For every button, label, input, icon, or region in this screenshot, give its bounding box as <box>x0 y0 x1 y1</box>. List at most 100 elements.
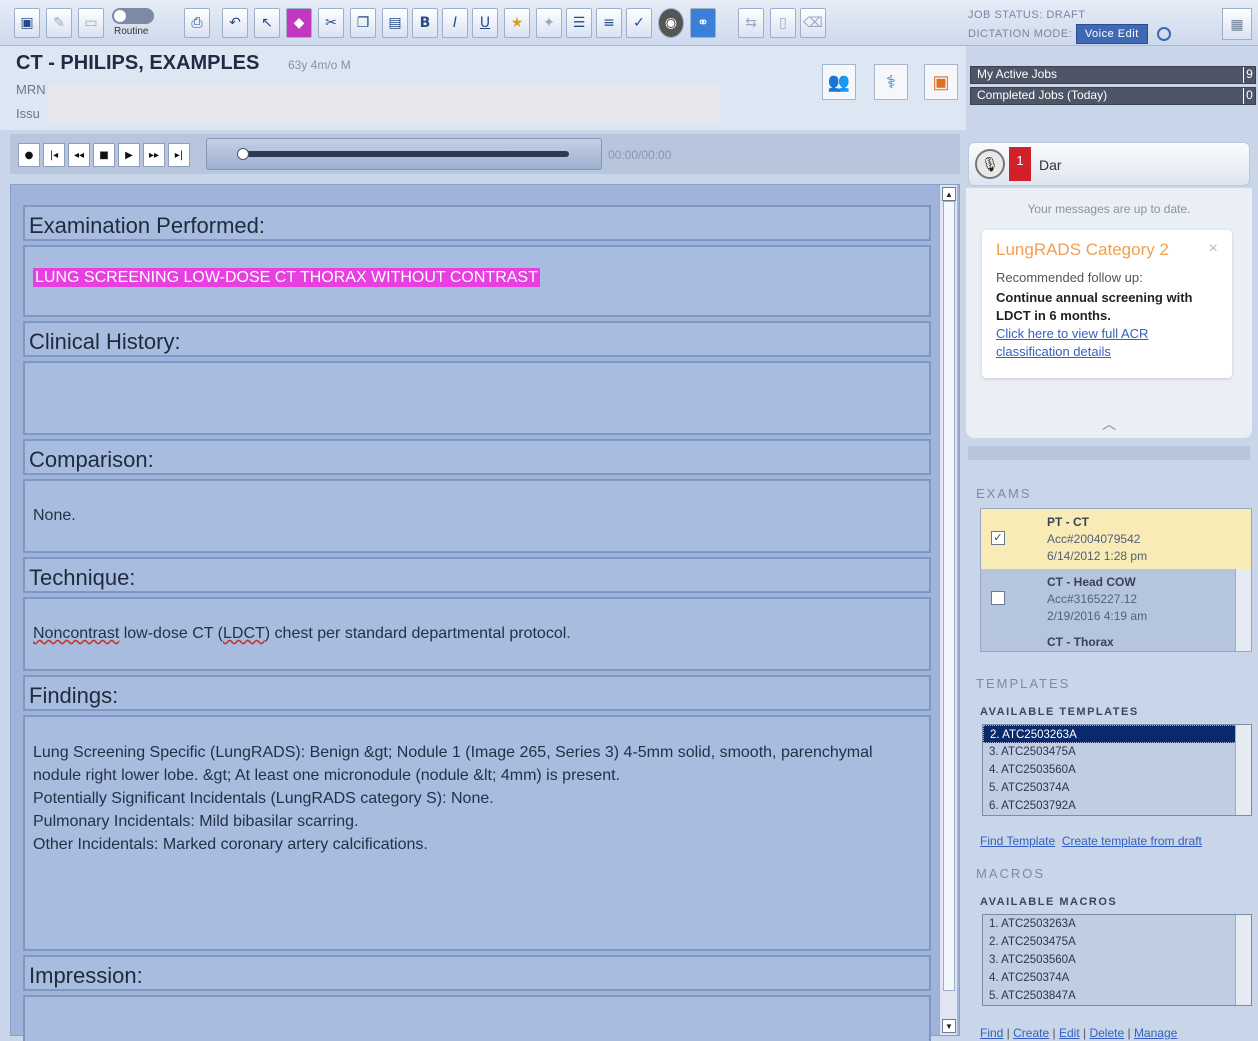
section-body-history[interactable] <box>23 361 931 435</box>
exam-accession: Acc#2004079542 <box>1047 532 1141 546</box>
pdf-document-icon[interactable]: ▣ <box>924 64 958 100</box>
scroll-down-icon[interactable]: ▼ <box>942 1019 956 1033</box>
exam-checkbox[interactable]: ✓ <box>991 531 1005 545</box>
star-icon[interactable]: ★ <box>504 8 530 38</box>
exam-row[interactable]: CT - Head COW Acc#3165227.12 2/19/2016 4… <box>981 569 1251 629</box>
progress-slider[interactable] <box>206 138 602 170</box>
voice-edit-button[interactable]: Voice Edit <box>1075 24 1148 44</box>
stop-icon[interactable]: ■ <box>93 143 115 167</box>
patient-name: CT - PHILIPS, EXAMPLES <box>16 52 260 74</box>
report-scrollbar[interactable]: ▲ ▼ <box>939 185 957 1035</box>
toggle-switch[interactable] <box>112 8 154 24</box>
scroll-thumb[interactable] <box>943 201 955 991</box>
info-icon[interactable] <box>1157 27 1172 42</box>
section-body-comparison[interactable]: None. <box>23 479 931 553</box>
skip-start-icon[interactable]: |◂ <box>43 143 65 167</box>
chevron-up-icon[interactable]: ︿ <box>966 414 1252 434</box>
macro-item[interactable]: 3. ATC2503560A <box>983 951 1251 969</box>
rewind-icon[interactable]: ◂◂ <box>68 143 90 167</box>
pin-icon[interactable]: ✦ <box>536 8 562 38</box>
link-icon[interactable]: ⚭ <box>690 8 716 38</box>
section-header-technique: Technique: <box>23 557 931 593</box>
exam-checkbox[interactable] <box>991 591 1005 605</box>
template-item[interactable]: 4. ATC2503560A <box>983 761 1251 779</box>
macro-item[interactable]: 4. ATC250374A <box>983 969 1251 987</box>
macro-delete-link[interactable]: Delete <box>1089 1026 1124 1040</box>
routine-label: Routine <box>114 26 149 37</box>
paste-icon[interactable]: ▤ <box>382 8 408 38</box>
macro-find-link[interactable]: Find <box>980 1026 1003 1040</box>
section-body-technique[interactable]: Noncontrast low-dose CT (LDCT) chest per… <box>23 597 931 671</box>
job-status-text: JOB STATUS: DRAFT <box>968 9 1086 21</box>
trash-icon[interactable]: ⌫ <box>800 8 826 38</box>
exam-row[interactable]: CT - Thorax <box>981 629 1251 651</box>
numbered-list-icon[interactable]: ≡ <box>596 8 622 38</box>
patient-record-icon[interactable]: 👥 <box>822 64 856 100</box>
template-item[interactable]: 5. ATC250374A <box>983 779 1251 797</box>
macro-item[interactable]: 1. ATC2503263A <box>983 915 1251 933</box>
save-icon[interactable]: ▣ <box>14 8 40 38</box>
completed-jobs-row[interactable]: Completed Jobs (Today) 0 <box>970 87 1256 105</box>
template-item[interactable]: 3. ATC2503475A <box>983 743 1251 761</box>
dictation-mode-label: DICTATION MODE: <box>968 28 1073 40</box>
report-editor[interactable]: Examination Performed: LUNG SCREENING LO… <box>10 184 960 1041</box>
routine-toggle[interactable]: Routine <box>112 8 158 40</box>
template-item[interactable]: 2. ATC2503263A <box>983 725 1251 743</box>
anatomy-icon[interactable]: ⚕ <box>874 64 908 100</box>
exams-scrollbar[interactable] <box>1235 569 1251 651</box>
highlight-icon[interactable]: ◆ <box>286 8 312 38</box>
templates-list[interactable]: 2. ATC2503263A 3. ATC2503475A 4. ATC2503… <box>982 724 1252 816</box>
macro-item[interactable]: 2. ATC2503475A <box>983 933 1251 951</box>
microphone-icon[interactable]: 🎙 <box>975 149 1005 179</box>
section-body-exam[interactable]: LUNG SCREENING LOW-DOSE CT THORAX WITHOU… <box>23 245 931 317</box>
redacted-area <box>48 84 720 122</box>
section-body-findings[interactable]: Lung Screening Specific (LungRADS): Beni… <box>23 715 931 951</box>
section-body-impression[interactable] <box>23 995 931 1041</box>
macro-create-link[interactable]: Create <box>1013 1026 1049 1040</box>
spellcheck-icon[interactable]: ✓ <box>626 8 652 38</box>
camera-icon[interactable]: ◉ <box>658 8 684 38</box>
templates-scrollbar[interactable] <box>1235 725 1251 815</box>
message-tab-label[interactable]: Dar <box>1039 157 1062 173</box>
find-template-link[interactable]: Find Template <box>980 834 1055 848</box>
skip-end-icon[interactable]: ▸| <box>168 143 190 167</box>
merge-icon[interactable]: ⇆ <box>738 8 764 38</box>
copy-icon[interactable]: ❐ <box>350 8 376 38</box>
preview-icon[interactable]: ▭ <box>78 8 104 38</box>
acr-details-link[interactable]: Click here to view full ACR classificati… <box>996 325 1218 361</box>
macros-scrollbar[interactable] <box>1235 915 1251 1005</box>
bullet-list-icon[interactable]: ☰ <box>566 8 592 38</box>
underline-icon[interactable]: U <box>472 8 498 38</box>
cursor-icon[interactable]: ↖ <box>254 8 280 38</box>
findings-line: Pulmonary Incidentals: Mild bibasilar sc… <box>33 813 359 830</box>
grid-icon[interactable]: ▦ <box>1222 8 1252 40</box>
active-jobs-row[interactable]: My Active Jobs 9 <box>970 66 1256 84</box>
fast-forward-icon[interactable]: ▸▸ <box>143 143 165 167</box>
message-count-badge[interactable]: 1 <box>1009 147 1031 181</box>
create-template-link[interactable]: Create template from draft <box>1062 834 1202 848</box>
macros-list[interactable]: 1. ATC2503263A 2. ATC2503475A 3. ATC2503… <box>982 914 1252 1006</box>
cut-icon[interactable]: ✂ <box>318 8 344 38</box>
scroll-up-icon[interactable]: ▲ <box>942 187 956 201</box>
time-display: 00:00/00:00 <box>608 148 672 162</box>
record-icon[interactable]: ● <box>18 143 40 167</box>
close-icon[interactable]: × <box>1209 240 1218 258</box>
template-item[interactable]: 6. ATC2503792A <box>983 797 1251 815</box>
exam-row[interactable]: ✓ PT - CT Acc#2004079542 6/14/2012 1:28 … <box>981 509 1251 569</box>
macro-edit-link[interactable]: Edit <box>1059 1026 1080 1040</box>
italic-icon[interactable]: I <box>442 8 468 38</box>
document-icon[interactable]: ▯ <box>770 8 796 38</box>
progress-bar <box>243 151 569 157</box>
bold-icon[interactable]: B <box>412 8 438 38</box>
section-header-findings: Findings: <box>23 675 931 711</box>
exam-name: PT - CT <box>1047 515 1089 529</box>
sign-icon[interactable]: ✎ <box>46 8 72 38</box>
progress-handle[interactable] <box>237 148 249 160</box>
macro-manage-link[interactable]: Manage <box>1134 1026 1177 1040</box>
exams-list[interactable]: ✓ PT - CT Acc#2004079542 6/14/2012 1:28 … <box>980 508 1252 652</box>
macro-item[interactable]: 5. ATC2503847A <box>983 987 1251 1005</box>
exams-title: EXAMS <box>976 486 1032 501</box>
undo-icon[interactable]: ↶ <box>222 8 248 38</box>
print-icon[interactable]: ⎙ <box>184 8 210 38</box>
play-icon[interactable]: ▶ <box>118 143 140 167</box>
